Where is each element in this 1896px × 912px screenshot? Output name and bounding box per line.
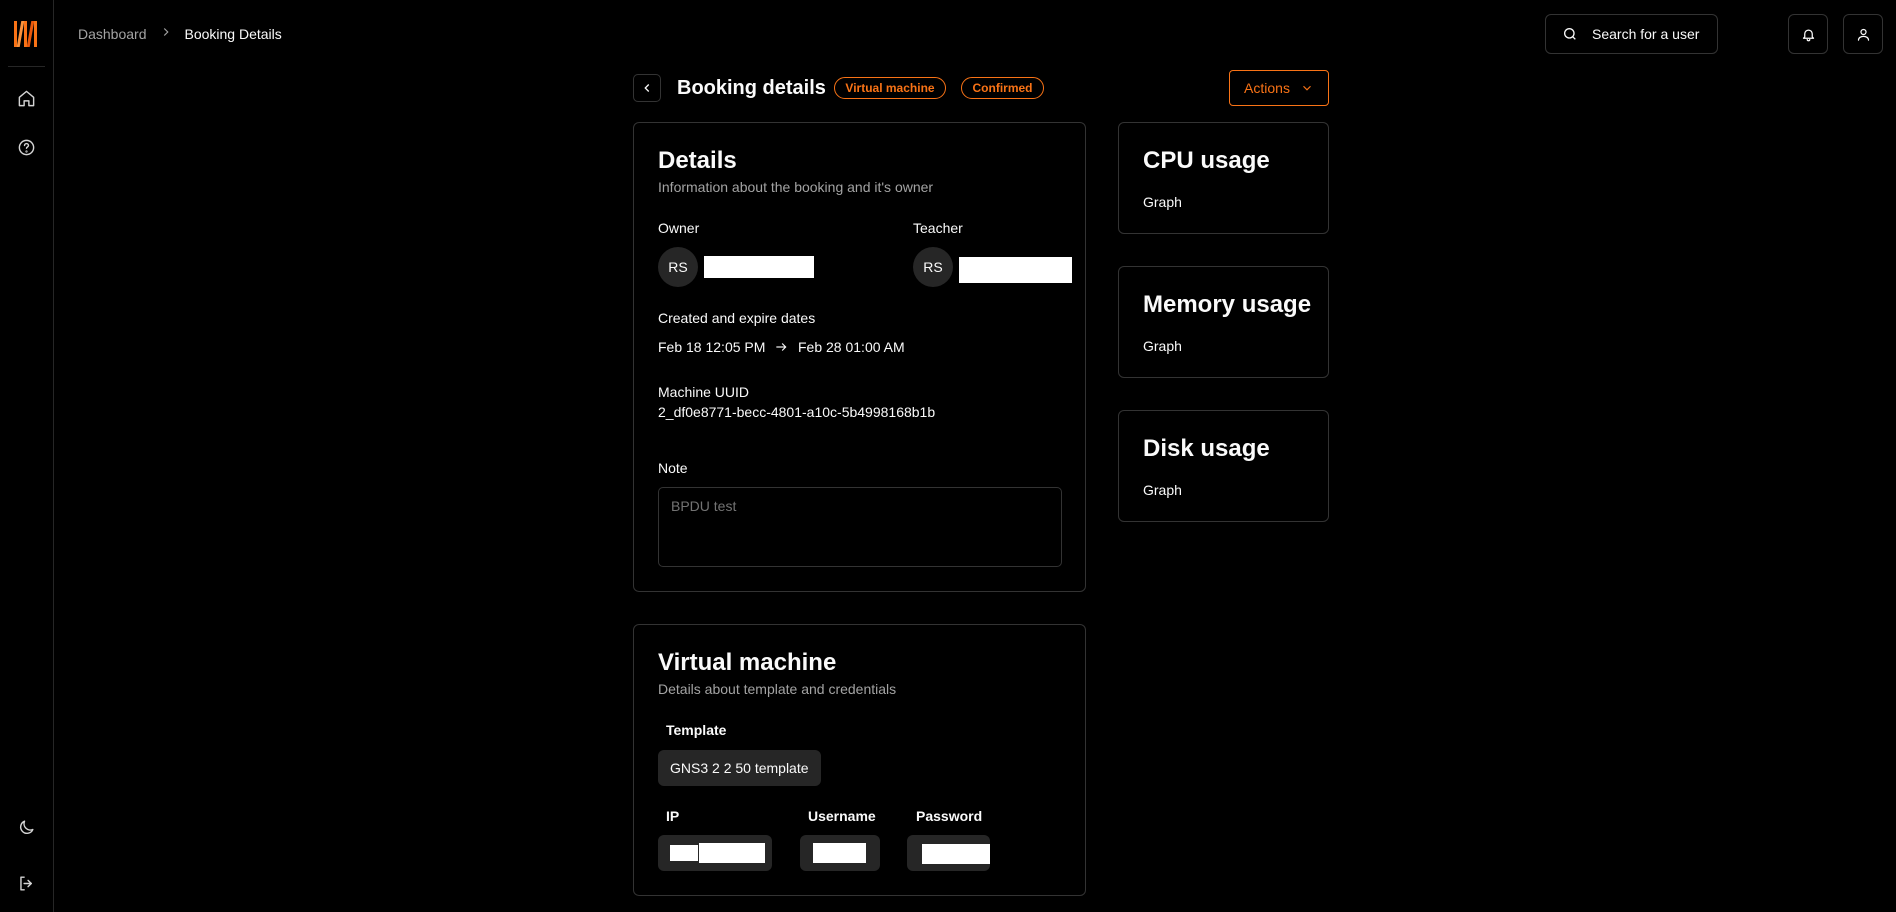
search-label: Search for a user [1592,26,1700,42]
vm-subtitle: Details about template and credentials [658,681,897,697]
username-field[interactable] [800,835,880,871]
notifications-button[interactable] [1788,14,1828,54]
template-chip: GNS3 2 2 50 template [658,750,821,786]
username-label: Username [808,808,876,824]
details-card: Details Information about the booking an… [633,122,1086,592]
cpu-usage-title: CPU usage [1143,147,1270,174]
owner-label: Owner [658,220,700,236]
user-icon [1857,28,1869,41]
password-field[interactable] [907,835,990,871]
password-label: Password [916,808,983,824]
owner-avatar: RS [658,247,698,287]
owner-name-redacted [704,256,814,278]
memory-usage-graph: Graph [1143,338,1182,354]
sidebar [0,0,54,912]
logout-icon[interactable] [14,871,38,895]
cpu-usage-card: CPU usage Graph [1118,122,1329,234]
memory-usage-card: Memory usage Graph [1118,266,1329,378]
breadcrumb-dashboard-link[interactable]: Dashboard [78,26,147,42]
search-user-button[interactable]: Search for a user [1545,14,1718,54]
teacher-avatar: RS [913,247,953,287]
chevron-down-icon [1303,85,1311,91]
machine-uuid: 2_df0e8771-becc-4801-a10c-5b4998168b1b [658,404,936,420]
disk-usage-card: Disk usage Graph [1118,410,1329,522]
home-icon[interactable] [14,86,38,110]
ip-field[interactable] [658,835,772,871]
actions-label: Actions [1244,80,1290,96]
ip-label: IP [666,808,680,824]
memory-usage-title: Memory usage [1143,291,1312,318]
ip-redacted-part [670,845,698,861]
search-icon [1564,28,1576,40]
help-icon[interactable] [14,135,38,159]
username-redacted [813,843,866,863]
actions-dropdown-button[interactable]: Actions [1229,70,1329,106]
vm-title: Virtual machine [658,649,837,676]
chevron-right-icon [159,25,173,42]
chevron-left-icon [644,84,650,92]
teacher-name-redacted [959,257,1072,283]
breadcrumb: Dashboard Booking Details [78,25,282,42]
expire-date: Feb 28 01:00 AM [798,339,905,355]
app-logo[interactable] [14,21,39,47]
ip-redacted-part [699,843,765,863]
password-redacted [922,844,990,864]
user-menu-button[interactable] [1843,14,1883,54]
note-textarea[interactable]: BPDU test [658,487,1062,567]
type-badge: Virtual machine [834,77,946,99]
details-title: Details [658,147,737,174]
virtual-machine-card: Virtual machine Details about template a… [633,624,1086,896]
moon-icon[interactable] [14,815,38,839]
created-date: Feb 18 12:05 PM [658,339,766,355]
uuid-label: Machine UUID [658,384,750,400]
note-label: Note [658,460,688,476]
disk-usage-graph: Graph [1143,482,1182,498]
teacher-label: Teacher [913,220,963,236]
sidebar-divider [8,66,45,67]
breadcrumb-current: Booking Details [184,25,282,42]
details-subtitle: Information about the booking and it's o… [658,179,934,195]
back-button[interactable] [633,74,661,102]
cpu-usage-graph: Graph [1143,194,1182,210]
arrow-right-icon [774,340,788,357]
page-title: Booking details [677,77,826,99]
status-badge: Confirmed [961,77,1044,99]
dates-label: Created and expire dates [658,310,816,326]
disk-usage-title: Disk usage [1143,435,1270,462]
template-label: Template [666,722,727,738]
bell-icon [1802,29,1814,41]
